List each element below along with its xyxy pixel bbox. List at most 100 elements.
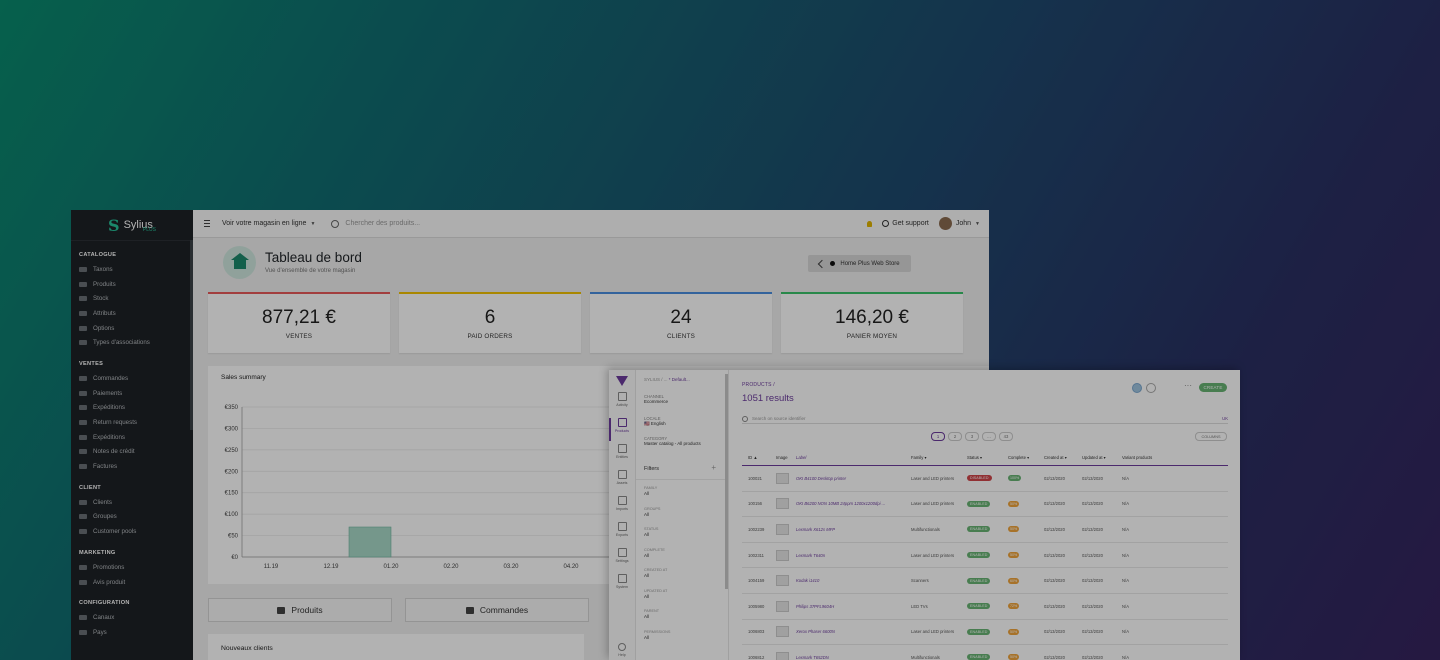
cell-label[interactable]: OKI B4100 Desktop printer: [796, 476, 911, 481]
sidebar-item-attributs[interactable]: Attributs: [71, 306, 193, 321]
columns-button[interactable]: COLUMNS: [1195, 432, 1227, 441]
user-menu[interactable]: John ▼: [938, 217, 980, 230]
bar-12.19[interactable]: [348, 526, 392, 558]
cell-created: 02/13/2020: [1044, 475, 1065, 481]
sidebar-item-commandes[interactable]: Commandes: [71, 371, 193, 386]
akeneo-logo-icon[interactable]: [616, 376, 628, 386]
page-[interactable]: ...: [982, 432, 996, 441]
sidebar-item-notes-de-cr-dit[interactable]: Notes de crédit: [71, 445, 193, 460]
context-category[interactable]: CATEGORY Master catalog - All products: [644, 436, 701, 446]
table-row[interactable]: 1004159 Kodak i1410 Scanners ENABLED 60% 02/1…: [742, 568, 1228, 594]
cell-label[interactable]: OKI B6200 NON 10MB 24ppm 1200x1200dpi ..…: [796, 501, 911, 506]
filter-permissions[interactable]: PERMISSIONS All: [644, 630, 670, 640]
cell-label[interactable]: Lexmark T652DN: [796, 655, 911, 660]
context-locale[interactable]: LOCALE 🇺🇸 English: [644, 416, 666, 426]
sidebar-item-clients[interactable]: Clients: [71, 495, 193, 510]
context-channel[interactable]: CHANNEL Ecommerce: [644, 394, 668, 404]
nav-item-assets[interactable]: Assets: [609, 470, 635, 493]
cell-label[interactable]: Lexmark T640n: [796, 553, 911, 558]
help-link[interactable]: Help: [609, 643, 635, 657]
sidebar-item-options[interactable]: Options: [71, 321, 193, 336]
sidebar-item-groupes[interactable]: Groupes: [71, 510, 193, 525]
cell-label[interactable]: Xerox Phaser 6600N: [796, 629, 911, 634]
sidebar-item-avis-produit[interactable]: Avis produit: [71, 575, 193, 590]
table-row[interactable]: 1002311 Lexmark T640n Laser and LED printe…: [742, 543, 1228, 569]
nav-item-imports[interactable]: Imports: [609, 496, 635, 519]
filter-updated-at[interactable]: UPDATED AT All: [644, 589, 667, 599]
search-input[interactable]: Chercher des produits...: [345, 220, 420, 227]
bell-icon[interactable]: [867, 220, 873, 227]
nav-item-entities[interactable]: Entities: [609, 444, 635, 467]
page-2[interactable]: 2: [948, 432, 962, 441]
breadcrumb[interactable]: PRODUCTS /: [742, 382, 775, 388]
column-header[interactable]: Complete ▾: [1008, 455, 1044, 460]
cell-status: ENABLED: [967, 552, 1008, 559]
cell-complete: 50%: [1008, 526, 1044, 533]
filter-complete[interactable]: COMPLETE All: [644, 548, 665, 558]
page-3[interactable]: 3: [965, 432, 979, 441]
filters-scrollbar[interactable]: [725, 374, 728, 589]
filter-family[interactable]: FAMILY All: [644, 486, 657, 496]
column-header[interactable]: Image: [776, 455, 796, 460]
table-row[interactable]: 1006812 Lexmark T652DN Multifunctionals ENA…: [742, 645, 1228, 660]
page-1[interactable]: 1: [931, 432, 945, 441]
nav-item-system[interactable]: System: [609, 574, 635, 597]
nav-item-activity[interactable]: Activity: [609, 392, 635, 415]
sidebar-item-types-d-associations[interactable]: Types d'associations: [71, 335, 193, 350]
table-row[interactable]: 1002239 Lexmark X612s MFP Multifunctionals…: [742, 517, 1228, 543]
column-header[interactable]: Created at ▾: [1044, 455, 1082, 460]
user-avatar-icon[interactable]: [1132, 383, 1142, 393]
filter-created-at[interactable]: CREATED AT All: [644, 568, 667, 578]
tab-orders[interactable]: Commandes: [405, 598, 589, 622]
column-header[interactable]: Status ▾: [967, 455, 1008, 460]
sidebar-item-pays[interactable]: Pays: [71, 625, 193, 640]
add-filter-icon[interactable]: +: [711, 463, 716, 472]
filter-groups[interactable]: GROUPS All: [644, 507, 660, 517]
sidebar-item-taxons[interactable]: Taxons: [71, 262, 193, 277]
column-header[interactable]: Label: [796, 455, 911, 460]
cell-label[interactable]: Kodak i1410: [796, 578, 911, 583]
table-row[interactable]: 1006803 Xerox Phaser 6600N Laser and LED p…: [742, 620, 1228, 646]
table-row[interactable]: 1005980 Philips 37PFL9604H LED TVs ENABLED 7…: [742, 594, 1228, 620]
y-tick-label: €200: [225, 469, 239, 475]
table-row[interactable]: 100156 OKI B6200 NON 10MB 24ppm 1200x1200…: [742, 492, 1228, 518]
view-breadcrumb[interactable]: SYLIUS / ... * Default...: [644, 377, 690, 382]
notification-icon[interactable]: [1146, 383, 1156, 393]
table-row[interactable]: 100021 OKI B4100 Desktop printer Laser and…: [742, 466, 1228, 492]
sylius-logo[interactable]: S Sylius PLUS: [71, 210, 193, 241]
nav-item-products[interactable]: Products: [609, 418, 635, 441]
sidebar-item-promotions[interactable]: Promotions: [71, 560, 193, 575]
sidebar-item-factures[interactable]: Factures: [71, 459, 193, 474]
product-search[interactable]: Chercher des produits...: [331, 219, 420, 228]
sidebar-item-canaux[interactable]: Canaux: [71, 610, 193, 625]
nav-item-exports[interactable]: Exports: [609, 522, 635, 545]
tab-products[interactable]: Produits: [208, 598, 392, 622]
column-header[interactable]: Updated at ▾: [1082, 455, 1122, 460]
sidebar-item-exp-ditions[interactable]: Expéditions: [71, 430, 193, 445]
sidebar-item-paiements[interactable]: Paiements: [71, 386, 193, 401]
column-header[interactable]: Family ▾: [911, 455, 967, 460]
sidebar-item-exp-ditions[interactable]: Expéditions: [71, 401, 193, 416]
create-button[interactable]: CREATE: [1199, 383, 1227, 392]
cell-label[interactable]: Philips 37PFL9604H: [796, 604, 911, 609]
filter-parent[interactable]: PARENT All: [644, 609, 659, 619]
more-actions-icon[interactable]: ···: [1184, 381, 1192, 390]
view-selector[interactable]: * Default...: [669, 377, 690, 382]
menu-toggle-icon[interactable]: [204, 220, 210, 227]
nav-item-settings[interactable]: Settings: [609, 548, 635, 571]
support-link[interactable]: Get support: [882, 220, 929, 227]
locale-selector[interactable]: UK: [1222, 416, 1228, 421]
sidebar-item-customer-pools[interactable]: Customer pools: [71, 524, 193, 539]
sidebar-item-return-requests[interactable]: Return requests: [71, 415, 193, 430]
grid-search-input[interactable]: Search on source identifier: [752, 416, 806, 421]
grid-search[interactable]: Search on source identifier UK: [742, 414, 1228, 424]
cell-label[interactable]: Lexmark X612s MFP: [796, 527, 911, 532]
column-header[interactable]: ID ▲: [742, 455, 776, 460]
sidebar-item-stock[interactable]: Stock: [71, 291, 193, 306]
store-dropdown[interactable]: Voir votre magasin en ligne ▼: [222, 220, 315, 227]
column-header[interactable]: Variant products: [1122, 455, 1228, 460]
channel-button[interactable]: Home Plus Web Store: [808, 255, 911, 272]
page-43[interactable]: 43: [999, 432, 1013, 441]
filter-status[interactable]: STATUS All: [644, 527, 658, 537]
sidebar-item-produits[interactable]: Produits: [71, 277, 193, 292]
